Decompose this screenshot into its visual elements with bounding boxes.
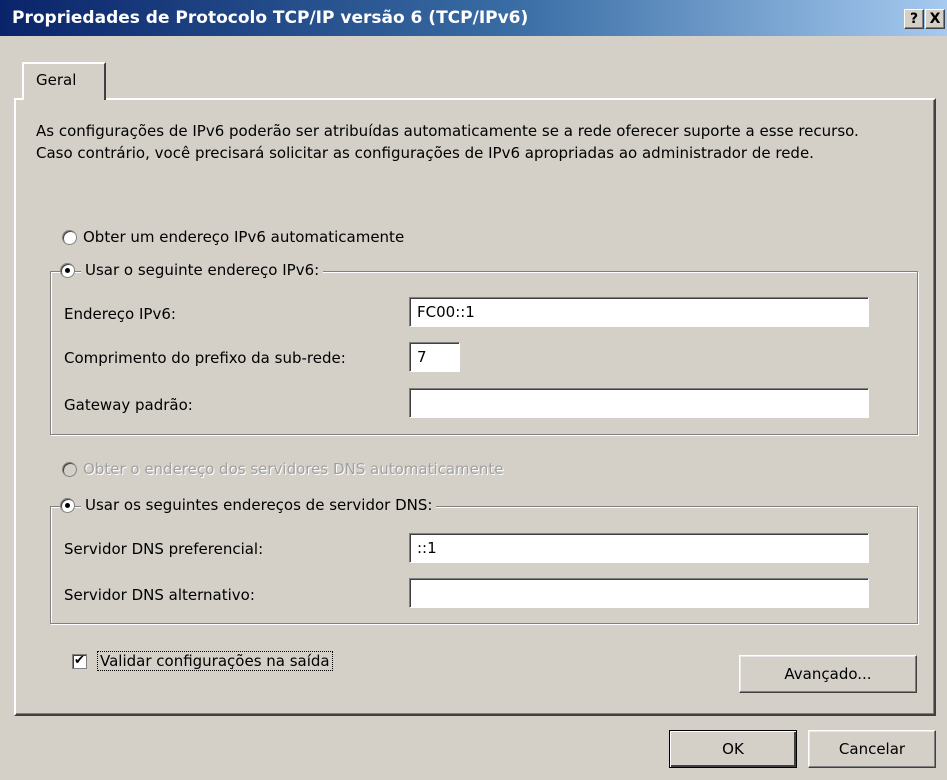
radio-use-dns-circle[interactable]: [60, 497, 75, 513]
tab-geral-label: Geral: [36, 71, 77, 89]
default-gateway-label: Gateway padrão:: [64, 396, 193, 414]
cancel-button[interactable]: Cancelar: [808, 730, 936, 768]
window-title: Propriedades de Protocolo TCP/IP versão …: [12, 8, 529, 28]
radio-use-dns[interactable]: Usar os seguintes endereços de servidor …: [60, 496, 437, 514]
ok-button[interactable]: OK: [669, 730, 797, 768]
radio-obtain-dns-auto[interactable]: Obter o endereço dos servidores DNS auto…: [62, 460, 504, 478]
intro-text: As configurações de IPv6 poderão ser atr…: [36, 122, 859, 162]
validate-on-exit-label: Validar configurações na saída: [97, 651, 333, 671]
radio-obtain-ipv6-auto-label: Obter um endereço IPv6 automaticamente: [83, 228, 405, 246]
ipv6-address-input[interactable]: FC00::1: [409, 297, 869, 327]
alternate-dns-input[interactable]: [409, 578, 869, 608]
subnet-prefix-label: Comprimento do prefixo da sub-rede:: [64, 349, 346, 367]
preferred-dns-label: Servidor DNS preferencial:: [64, 540, 264, 558]
radio-obtain-ipv6-auto-circle[interactable]: [62, 229, 77, 245]
radio-obtain-dns-auto-label: Obter o endereço dos servidores DNS auto…: [83, 460, 504, 478]
radio-use-ipv6-circle[interactable]: [60, 262, 75, 278]
validate-on-exit-checkbox[interactable]: ✔: [72, 654, 87, 669]
radio-use-ipv6-label: Usar o seguinte endereço IPv6:: [81, 261, 324, 279]
default-gateway-input[interactable]: [409, 388, 869, 418]
radio-use-dns-label: Usar os seguintes endereços de servidor …: [81, 496, 437, 514]
help-button[interactable]: ?: [904, 9, 924, 29]
tcpipv6-properties-dialog: Propriedades de Protocolo TCP/IP versão …: [0, 0, 947, 780]
radio-use-ipv6[interactable]: Usar o seguinte endereço IPv6:: [60, 261, 324, 279]
ipv6-address-label: Endereço IPv6:: [64, 305, 176, 323]
title-bar[interactable]: Propriedades de Protocolo TCP/IP versão …: [0, 0, 947, 40]
alternate-dns-label: Servidor DNS alternativo:: [64, 586, 255, 604]
tab-geral[interactable]: Geral: [22, 62, 106, 100]
subnet-prefix-input[interactable]: 7: [409, 342, 460, 372]
preferred-dns-input[interactable]: ::1: [409, 533, 869, 563]
radio-obtain-ipv6-auto[interactable]: Obter um endereço IPv6 automaticamente: [62, 228, 404, 246]
close-button[interactable]: X: [925, 9, 945, 29]
advanced-button[interactable]: Avançado...: [739, 655, 917, 693]
radio-obtain-dns-auto-circle[interactable]: [62, 461, 77, 477]
